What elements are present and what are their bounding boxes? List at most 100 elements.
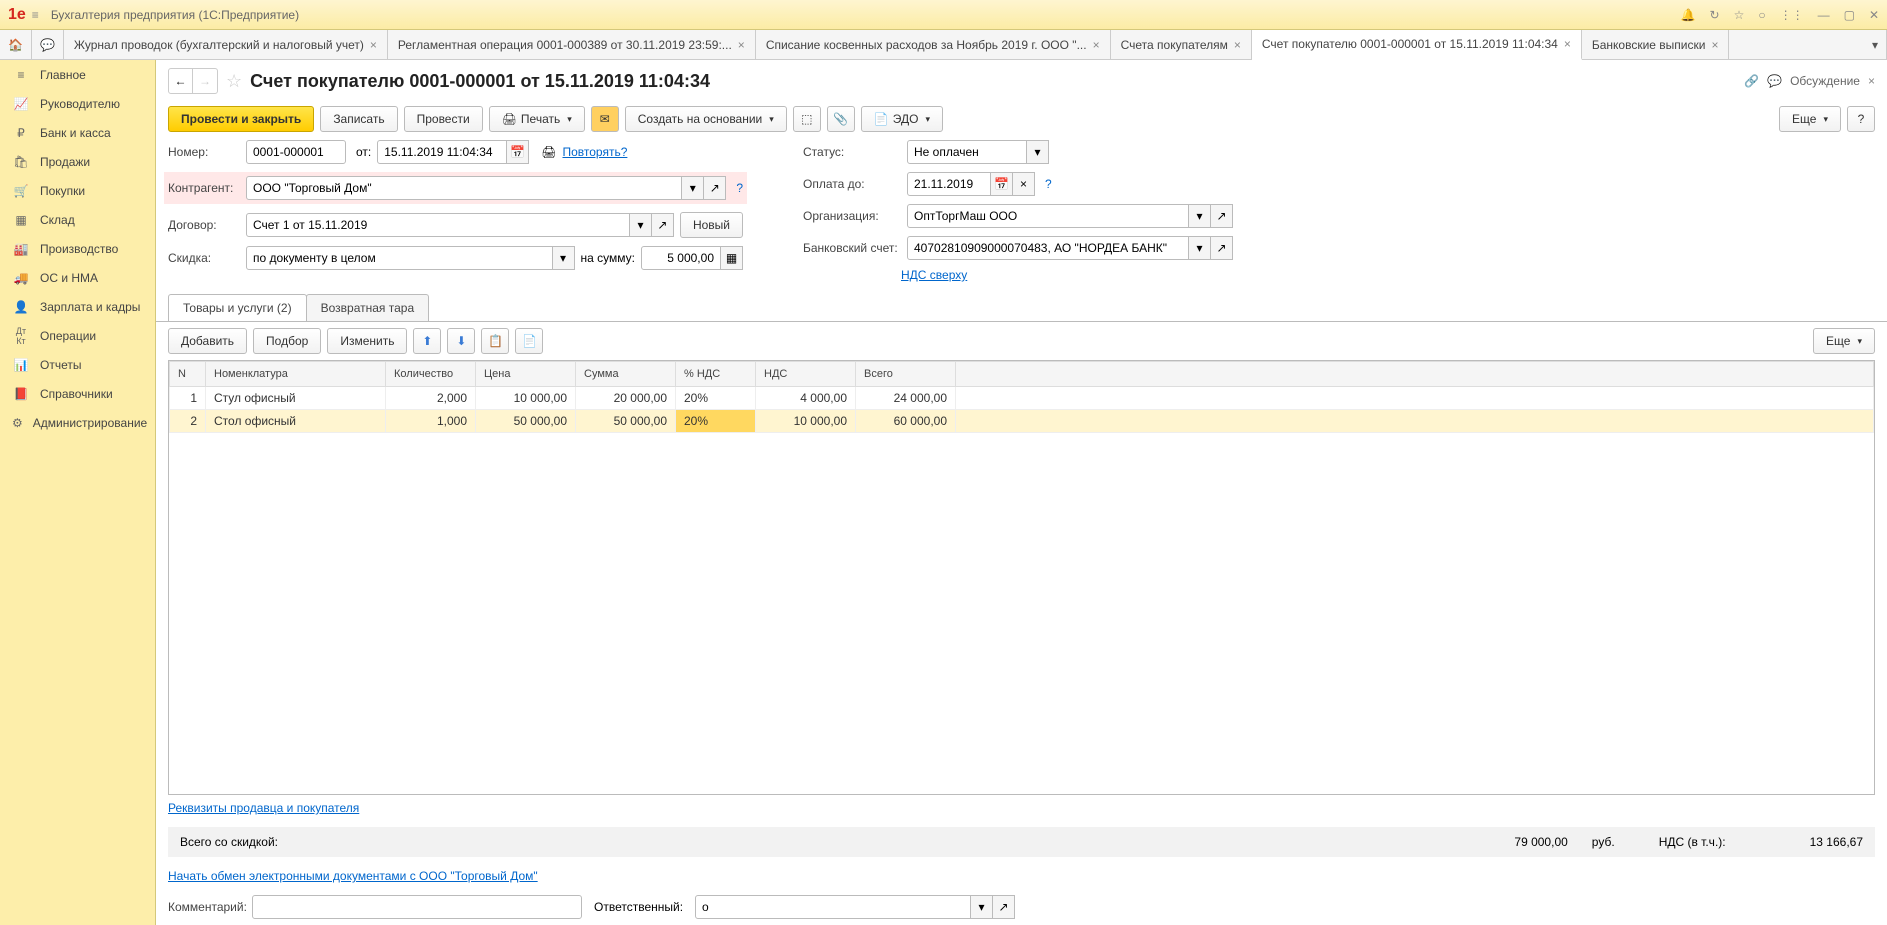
bank-input[interactable] [907, 236, 1189, 260]
open-icon[interactable]: ↗ [993, 895, 1015, 919]
edo-button[interactable]: 📄ЭДО▾ [861, 106, 943, 132]
edit-row-button[interactable]: Изменить [327, 328, 407, 354]
close-doc-icon[interactable]: × [1868, 74, 1875, 88]
col-n[interactable]: N [170, 362, 206, 387]
table-row[interactable]: 1 Стул офисный 2,000 10 000,00 20 000,00… [170, 387, 1874, 410]
discuss-icon[interactable]: 💬 [1767, 74, 1782, 88]
tab-close-icon[interactable]: × [1564, 37, 1571, 51]
help-icon[interactable]: ? [736, 181, 743, 195]
col-vat[interactable]: НДС [756, 362, 856, 387]
sidebar-item-assets[interactable]: 🚚ОС и НМА [0, 263, 155, 292]
forward-button[interactable]: → [193, 69, 217, 93]
post-close-button[interactable]: Провести и закрыть [168, 106, 314, 132]
responsible-input[interactable] [695, 895, 971, 919]
sidebar-item-operations[interactable]: ДтКтОперации [0, 321, 155, 350]
dropdown-icon[interactable]: ▾ [553, 246, 575, 270]
help-icon[interactable]: ? [1045, 177, 1052, 191]
home-tab-icon[interactable]: 🏠 [0, 30, 32, 59]
open-icon[interactable]: ↗ [1211, 236, 1233, 260]
back-button[interactable]: ← [169, 69, 193, 93]
tab-close-icon[interactable]: × [738, 38, 745, 52]
post-button[interactable]: Провести [404, 106, 483, 132]
col-total[interactable]: Всего [856, 362, 956, 387]
dropdown-icon[interactable]: ▾ [971, 895, 993, 919]
maximize-icon[interactable]: ▢ [1844, 8, 1855, 22]
more-button[interactable]: Еще▾ [1779, 106, 1841, 132]
org-input[interactable] [907, 204, 1189, 228]
discount-input[interactable] [246, 246, 553, 270]
tab-close-icon[interactable]: × [370, 38, 377, 52]
tab-5[interactable]: Банковские выписки× [1582, 30, 1730, 59]
add-row-button[interactable]: Добавить [168, 328, 247, 354]
sidebar-item-main[interactable]: ≡Главное [0, 60, 155, 89]
sidebar-item-catalogs[interactable]: 📕Справочники [0, 379, 155, 408]
create-based-button[interactable]: Создать на основании▾ [625, 106, 787, 132]
date-input[interactable] [377, 140, 507, 164]
calendar-icon[interactable]: 📅 [507, 140, 529, 164]
active-cell[interactable]: 20% [676, 410, 756, 433]
dropdown-icon[interactable]: ▾ [630, 213, 652, 237]
repeat-link[interactable]: Повторять? [562, 145, 627, 159]
tab-1[interactable]: Регламентная операция 0001-000389 от 30.… [388, 30, 756, 59]
move-down-button[interactable]: ⬇ [447, 328, 475, 354]
open-icon[interactable]: ↗ [704, 176, 726, 200]
sidebar-item-sales[interactable]: 🛍Продажи [0, 147, 155, 176]
goods-tab[interactable]: Товары и услуги (2) [168, 294, 307, 321]
calc-icon[interactable]: ▦ [721, 246, 743, 270]
paste-button[interactable]: 📄 [515, 328, 543, 354]
structure-button[interactable]: ⬚ [793, 106, 821, 132]
open-icon[interactable]: ↗ [1211, 204, 1233, 228]
copy-button[interactable]: 📋 [481, 328, 509, 354]
new-contract-button[interactable]: Новый [680, 212, 743, 238]
open-icon[interactable]: ↗ [652, 213, 674, 237]
tab-0[interactable]: Журнал проводок (бухгалтерский и налогов… [64, 30, 388, 59]
col-sum[interactable]: Сумма [576, 362, 676, 387]
sidebar-item-bank[interactable]: ₽Банк и касса [0, 118, 155, 147]
col-qty[interactable]: Количество [386, 362, 476, 387]
tab-close-icon[interactable]: × [1234, 38, 1241, 52]
dropdown-icon[interactable]: ▾ [1189, 236, 1211, 260]
dropdown-icon[interactable]: ▾ [1027, 140, 1049, 164]
dropdown-icon[interactable]: ▾ [1189, 204, 1211, 228]
sidebar-item-hr[interactable]: 👤Зарплата и кадры [0, 292, 155, 321]
attach-button[interactable]: 📎 [827, 106, 855, 132]
history-icon[interactable]: ↻ [1710, 8, 1720, 22]
print-icon[interactable]: 🖨 [541, 145, 556, 159]
menu-icon[interactable]: ≡ [32, 8, 39, 22]
seller-buyer-link[interactable]: Реквизиты продавца и покупателя [168, 801, 359, 815]
chat-tab-icon[interactable]: 💬 [32, 30, 64, 59]
col-nom[interactable]: Номенклатура [206, 362, 386, 387]
col-vat-pct[interactable]: % НДС [676, 362, 756, 387]
discuss-label[interactable]: Обсуждение [1790, 74, 1860, 88]
tab-2[interactable]: Списание косвенных расходов за Ноябрь 20… [756, 30, 1111, 59]
print-button[interactable]: 🖨Печать▾ [489, 106, 585, 132]
tabs-dropdown-icon[interactable]: ▾ [1864, 30, 1887, 59]
tab-close-icon[interactable]: × [1093, 38, 1100, 52]
star-icon[interactable]: ☆ [1734, 8, 1745, 22]
sidebar-item-production[interactable]: 🏭Производство [0, 234, 155, 263]
contragent-input[interactable] [246, 176, 682, 200]
settings-icon[interactable]: ⋮⋮ [1780, 8, 1804, 22]
mail-button[interactable]: ✉ [591, 106, 619, 132]
on-sum-input[interactable] [641, 246, 721, 270]
pay-until-input[interactable] [907, 172, 991, 196]
help-button[interactable]: ? [1847, 106, 1875, 132]
status-input[interactable] [907, 140, 1027, 164]
edo-start-link[interactable]: Начать обмен электронными документами с … [168, 869, 538, 883]
tab-4[interactable]: Счет покупателю 0001-000001 от 15.11.201… [1252, 30, 1582, 60]
tare-tab[interactable]: Возвратная тара [306, 294, 430, 321]
tab-close-icon[interactable]: × [1711, 38, 1718, 52]
number-input[interactable] [246, 140, 346, 164]
sidebar-item-purchases[interactable]: 🛒Покупки [0, 176, 155, 205]
table-more-button[interactable]: Еще▾ [1813, 328, 1875, 354]
comment-input[interactable] [252, 895, 582, 919]
sidebar-item-manager[interactable]: 📈Руководителю [0, 89, 155, 118]
clear-icon[interactable]: × [1013, 172, 1035, 196]
dot-icon[interactable]: ○ [1758, 8, 1765, 22]
pick-button[interactable]: Подбор [253, 328, 321, 354]
sidebar-item-admin[interactable]: ⚙Администрирование [0, 408, 155, 437]
dropdown-icon[interactable]: ▾ [682, 176, 704, 200]
close-icon[interactable]: ✕ [1869, 8, 1879, 22]
table-row[interactable]: 2 Стол офисный 1,000 50 000,00 50 000,00… [170, 410, 1874, 433]
calendar-icon[interactable]: 📅 [991, 172, 1013, 196]
